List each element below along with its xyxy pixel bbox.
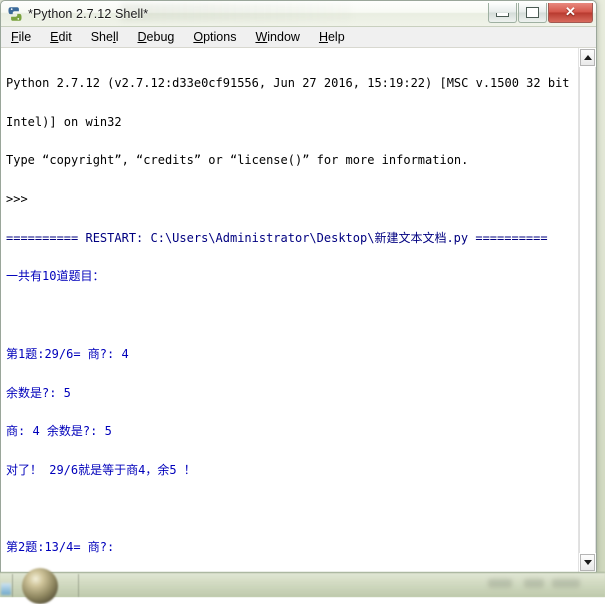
- tray-icon[interactable]: [1, 583, 11, 595]
- maximize-icon: [519, 3, 546, 22]
- shell-output-text[interactable]: Python 2.7.12 (v2.7.12:d33e0cf91556, Jun…: [1, 48, 578, 572]
- shell-line: [6, 309, 576, 322]
- minimize-button[interactable]: [488, 2, 517, 23]
- shell-line: 商: 4 余数是?: 5: [6, 424, 112, 439]
- shell-area: Python 2.7.12 (v2.7.12:d33e0cf91556, Jun…: [1, 48, 596, 572]
- python-logo-icon: [7, 6, 23, 22]
- taskbar-divider-right: [78, 574, 79, 597]
- shell-line: Type “copyright”, “credits” or “license(…: [6, 153, 469, 168]
- shell-input-line: 第2题:13/4= 商?:: [6, 540, 115, 555]
- menu-item-window[interactable]: Window: [255, 30, 299, 44]
- taskbar-divider-left: [12, 574, 13, 597]
- scroll-down-arrow-icon: [583, 560, 592, 565]
- menu-bar: File Edit Shell Debug Options Window Hel…: [1, 27, 596, 48]
- taskbar[interactable]: [0, 568, 605, 604]
- close-button[interactable]: ✕: [548, 2, 593, 23]
- menu-label-edit: dit: [58, 30, 72, 44]
- maximize-button[interactable]: [518, 2, 547, 23]
- python-shell-window: *Python 2.7.12 Shell* ✕ File Edit Shell …: [0, 0, 597, 573]
- window-titlebar[interactable]: *Python 2.7.12 Shell* ✕: [1, 1, 596, 27]
- shell-line: Intel)] on win32: [6, 114, 122, 129]
- window-title: *Python 2.7.12 Shell*: [28, 6, 149, 21]
- menu-item-shell[interactable]: Shell: [91, 30, 119, 44]
- menu-item-options[interactable]: Options: [193, 30, 236, 44]
- scroll-up-arrow-icon: [583, 55, 592, 60]
- shell-restart-line: ========== RESTART: C:\Users\Administrat…: [6, 230, 548, 245]
- shell-line: 第1题:29/6= 商?: 4: [6, 346, 129, 361]
- vertical-scrollbar[interactable]: [578, 48, 596, 572]
- taskbar-tray-item[interactable]: [488, 579, 512, 588]
- menu-item-help[interactable]: Help: [319, 30, 345, 44]
- menu-item-debug[interactable]: Debug: [138, 30, 175, 44]
- shell-line: Python 2.7.12 (v2.7.12:d33e0cf91556, Jun…: [6, 75, 578, 90]
- shell-line: 余数是?: 5: [6, 385, 71, 400]
- taskbar-tray-item[interactable]: [524, 579, 544, 588]
- scroll-down-button[interactable]: [580, 554, 595, 571]
- shell-line: 对了！ 29/6就是等于商4，余5 ！: [6, 462, 196, 477]
- menu-item-edit[interactable]: Edit: [50, 30, 72, 44]
- shell-line: 一共有10道题目：: [6, 269, 105, 284]
- minimize-icon: [489, 3, 516, 22]
- window-controls: ✕: [487, 2, 593, 23]
- taskbar-tray-item[interactable]: [552, 579, 580, 588]
- menu-label-file: ile: [18, 30, 32, 44]
- shell-prompt: >>>: [6, 191, 28, 206]
- shell-line: [6, 503, 576, 516]
- scroll-up-button[interactable]: [580, 49, 595, 66]
- scrollbar-track[interactable]: [579, 67, 596, 553]
- start-button[interactable]: [22, 568, 58, 604]
- menu-item-file[interactable]: File: [11, 30, 31, 44]
- close-icon: ✕: [565, 4, 576, 19]
